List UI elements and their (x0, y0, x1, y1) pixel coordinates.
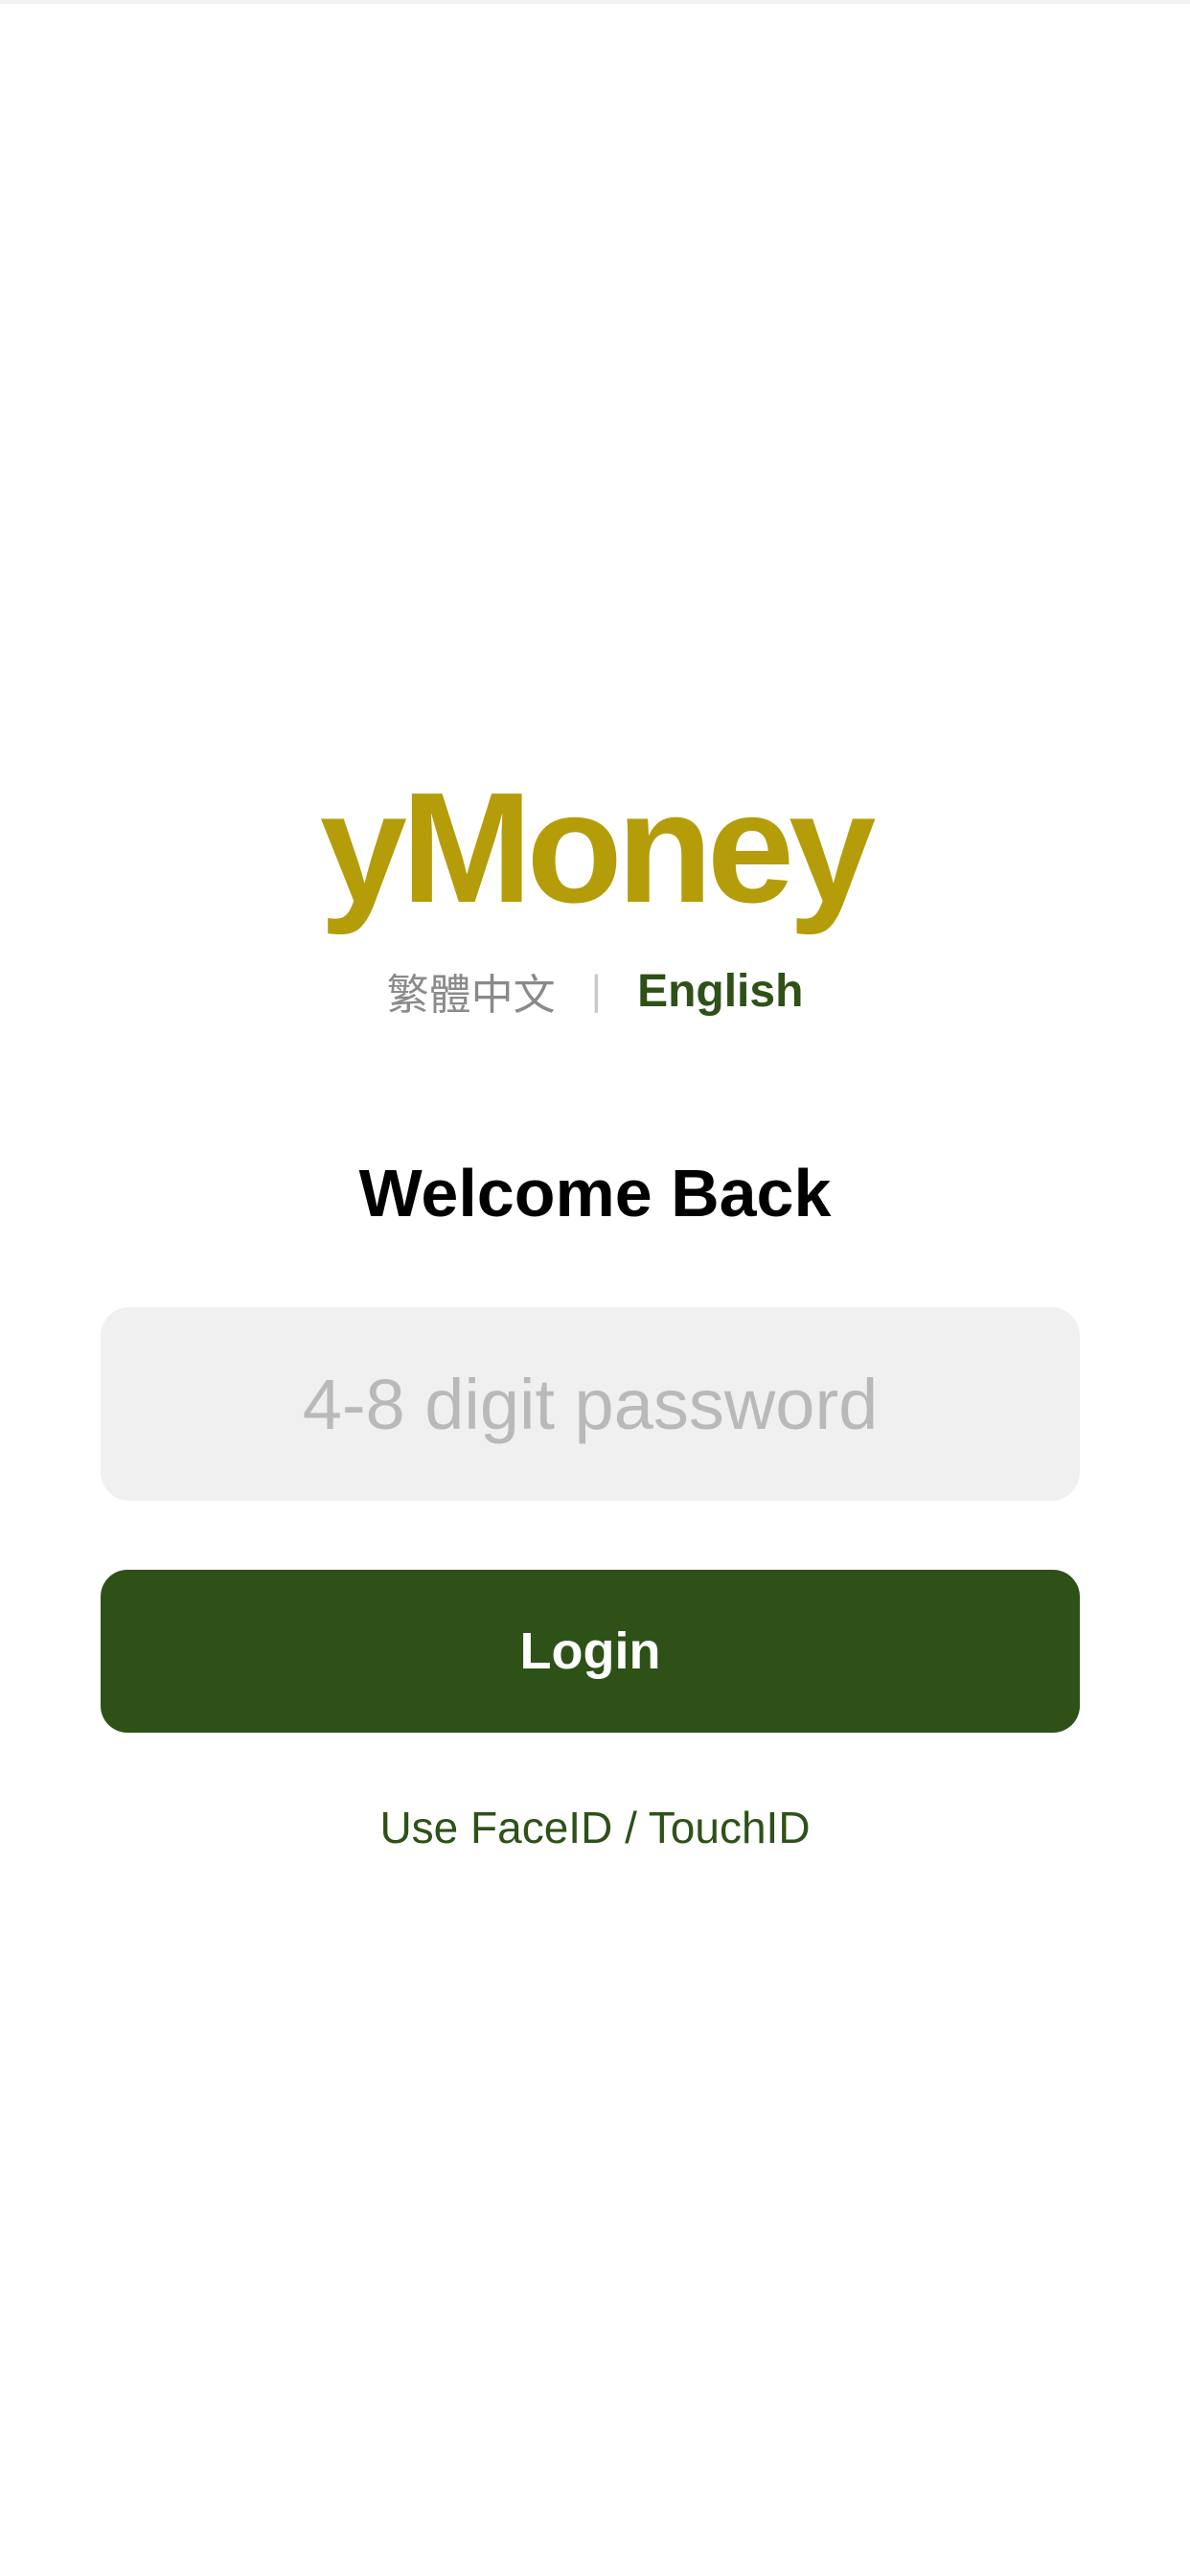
language-separator: | (589, 969, 604, 1013)
language-option-english[interactable]: English (637, 965, 803, 1018)
top-edge-divider (0, 0, 1190, 4)
app-logo: yMoney (319, 760, 877, 935)
password-input[interactable] (101, 1307, 1080, 1501)
login-button[interactable]: Login (101, 1570, 1080, 1733)
biometric-login-link[interactable]: Use FaceID / TouchID (0, 1794, 1190, 1861)
page-title: Welcome Back (358, 1156, 832, 1230)
language-option-chinese[interactable]: 繁體中文 (387, 960, 556, 1022)
language-switcher: 繁體中文 | English (0, 956, 1190, 1025)
